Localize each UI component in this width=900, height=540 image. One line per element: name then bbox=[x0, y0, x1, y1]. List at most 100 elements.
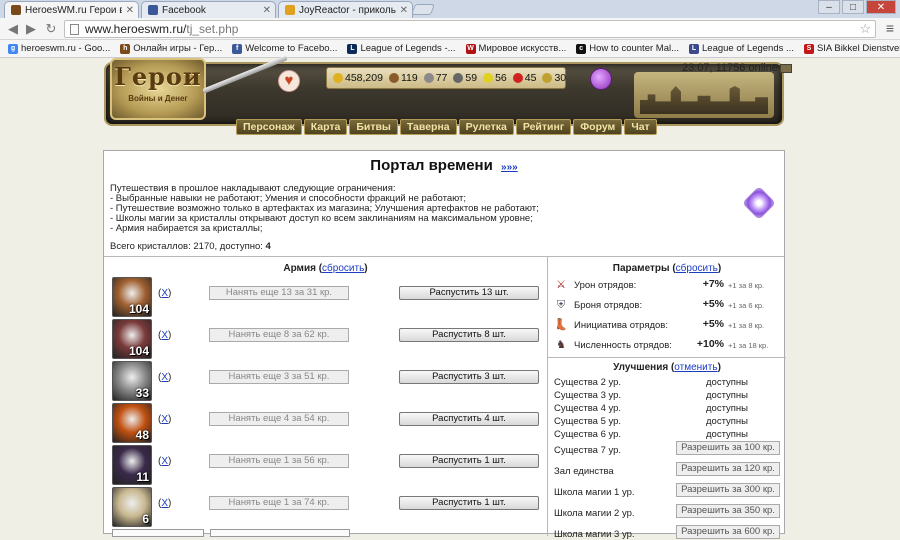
resource-value: 119 bbox=[400, 72, 418, 84]
nav-item-0[interactable]: Персонаж bbox=[236, 119, 302, 135]
tab-heroeswm[interactable]: HeroesWM.ru Герои вой ✕ bbox=[4, 1, 139, 18]
minimize-icon[interactable]: – bbox=[818, 0, 840, 14]
new-tab-button[interactable] bbox=[410, 4, 436, 15]
remove-unit: (X) bbox=[158, 330, 172, 341]
resource-value: 56 bbox=[495, 72, 507, 84]
mana-potion-icon[interactable] bbox=[590, 68, 612, 90]
bookmark-3[interactable]: L League of Legends -... bbox=[343, 43, 459, 54]
url-path: tj_set.php bbox=[186, 22, 239, 36]
bookmark-5[interactable]: c How to counter Mal... bbox=[572, 43, 683, 54]
upgrades-cancel-link[interactable]: отменить bbox=[674, 362, 717, 373]
lol-icon: L bbox=[347, 43, 358, 54]
health-heart-icon[interactable]: ♥ bbox=[278, 70, 300, 92]
resource-value: 45 bbox=[524, 72, 537, 84]
resource-4: 56 bbox=[483, 72, 507, 84]
bookmark-2[interactable]: f Welcome to Facebo... bbox=[228, 43, 341, 54]
forward-arrow-icon[interactable]: ▶ bbox=[22, 20, 40, 38]
tab-facebook[interactable]: Facebook ✕ bbox=[141, 1, 276, 18]
dismiss-button[interactable]: Распустить 4 шт. bbox=[399, 412, 539, 426]
bookmark-1[interactable]: h Онлайн игры - Гер... bbox=[116, 43, 226, 54]
allow-upgrade-button[interactable]: Разрешить за 120 кр. bbox=[676, 462, 780, 476]
unit-portrait[interactable]: 6 bbox=[112, 487, 152, 527]
dismiss-button[interactable]: Распустить 8 шт. bbox=[399, 328, 539, 342]
unit-type-select[interactable] bbox=[210, 529, 350, 537]
unit-portrait[interactable]: 11 bbox=[112, 445, 152, 485]
close-tab-icon[interactable]: ✕ bbox=[263, 5, 271, 16]
nav-item-3[interactable]: Таверна bbox=[399, 119, 457, 135]
allow-upgrade-button[interactable]: Разрешить за 350 кр. bbox=[676, 504, 780, 518]
unit-portrait[interactable]: 48 bbox=[112, 403, 152, 443]
bookmark-4[interactable]: W Мировое искусств... bbox=[462, 43, 571, 54]
unit-portrait[interactable]: 33 bbox=[112, 361, 152, 401]
allow-upgrade-button[interactable]: Разрешить за 100 кр. bbox=[676, 441, 780, 455]
reload-icon[interactable]: ↻ bbox=[42, 20, 60, 38]
army-unit-row: 33 (X) Нанять еще 3 за 51 кр. Распустить 3 … bbox=[112, 361, 542, 401]
back-arrow-icon[interactable]: ◀ bbox=[4, 20, 22, 38]
nav-item-4[interactable]: Рулетка bbox=[458, 119, 514, 135]
param-value: +5% bbox=[702, 298, 724, 310]
upgrade-label: Школа магии 3 ур. bbox=[554, 529, 635, 540]
army-heading: Армия (сбросить) bbox=[283, 263, 368, 274]
param-row: ⚔ Урон отрядов: +7% +1 за 8 кр. bbox=[554, 278, 784, 292]
unit-select[interactable] bbox=[112, 529, 204, 537]
hire-button[interactable]: Нанять еще 4 за 54 кр. bbox=[209, 412, 349, 426]
gems-icon bbox=[542, 73, 553, 83]
params-reset-link[interactable]: сбросить bbox=[676, 263, 718, 274]
params-heading: Параметры (сбросить) bbox=[612, 263, 722, 274]
army-unit-row: 48 (X) Нанять еще 4 за 54 кр. Распустить 4 … bbox=[112, 403, 542, 443]
nav-item-5[interactable]: Рейтинг bbox=[515, 119, 572, 135]
remove-unit-link[interactable]: X bbox=[161, 456, 168, 467]
wood-icon bbox=[388, 73, 399, 83]
nav-item-6[interactable]: Форум bbox=[573, 119, 623, 135]
nav-item-1[interactable]: Карта bbox=[303, 119, 348, 135]
remove-unit: (X) bbox=[158, 414, 172, 425]
close-tab-icon[interactable]: ✕ bbox=[126, 5, 134, 16]
remove-unit-link[interactable]: X bbox=[161, 414, 168, 425]
army-selects bbox=[112, 529, 350, 537]
dismiss-button[interactable]: Распустить 13 шт. bbox=[399, 286, 539, 300]
online-icon bbox=[779, 63, 792, 73]
hire-button[interactable]: Нанять еще 1 за 56 кр. bbox=[209, 454, 349, 468]
dismiss-button[interactable]: Распустить 1 шт. bbox=[399, 454, 539, 468]
bookmark-7[interactable]: SSIA Bikkel Dienstverl... bbox=[800, 43, 900, 54]
remove-unit-link[interactable]: X bbox=[161, 498, 168, 509]
tab-joyreactor[interactable]: JoyReactor - прикольнь ✕ bbox=[278, 1, 413, 18]
upgrade-status: доступны bbox=[706, 390, 749, 401]
hire-button[interactable]: Нанять еще 13 за 31 кр. bbox=[209, 286, 349, 300]
bookmark-star-icon[interactable]: ☆ bbox=[859, 21, 871, 37]
remove-unit: (X) bbox=[158, 288, 172, 299]
remove-unit-link[interactable]: X bbox=[161, 372, 168, 383]
heroes-icon: h bbox=[120, 43, 131, 54]
remove-unit-link[interactable]: X bbox=[161, 330, 168, 341]
allow-upgrade-button[interactable]: Разрешить за 300 кр. bbox=[676, 483, 780, 497]
game-logo[interactable]: Герои Войны и Денег bbox=[110, 58, 206, 120]
param-row: 👢 Инициатива отрядов: +5% +1 за 8 кр. bbox=[554, 318, 784, 332]
unit-portrait[interactable]: 104 bbox=[112, 277, 152, 317]
nav-item-2[interactable]: Битвы bbox=[349, 119, 398, 135]
upgrades-title: Улучшения bbox=[613, 362, 669, 373]
dismiss-button[interactable]: Распустить 3 шт. bbox=[399, 370, 539, 384]
title-more-link[interactable]: »»» bbox=[501, 162, 518, 173]
portal-rules: Путешествия в прошлое накладывают следую… bbox=[110, 184, 750, 234]
total-available: 4 bbox=[265, 241, 271, 252]
nav-item-7[interactable]: Чат bbox=[624, 119, 657, 135]
bookmark-0[interactable]: g heroeswm.ru - Goo... bbox=[4, 43, 114, 54]
param-row: ⛨ Броня отрядов: +5% +1 за 6 кр. bbox=[554, 298, 784, 312]
army-reset-link[interactable]: сбросить bbox=[322, 263, 364, 274]
logo-title: Герои bbox=[114, 62, 202, 91]
hire-button[interactable]: Нанять еще 8 за 62 кр. bbox=[209, 328, 349, 342]
dismiss-button[interactable]: Распустить 1 шт. bbox=[399, 496, 539, 510]
unit-portrait[interactable]: 104 bbox=[112, 319, 152, 359]
resource-2: 77 bbox=[423, 72, 447, 84]
close-window-icon[interactable]: ✕ bbox=[866, 0, 896, 14]
remove-unit-link[interactable]: X bbox=[161, 288, 168, 299]
maximize-icon[interactable]: □ bbox=[842, 0, 864, 14]
menu-icon[interactable]: ≡ bbox=[886, 20, 894, 36]
bookmark-6[interactable]: L League of Legends ... bbox=[685, 43, 798, 54]
hire-button[interactable]: Нанять еще 1 за 74 кр. bbox=[209, 496, 349, 510]
params-title: Параметры bbox=[612, 263, 670, 274]
allow-upgrade-button[interactable]: Разрешить за 600 кр. bbox=[676, 525, 780, 539]
hire-button[interactable]: Нанять еще 3 за 51 кр. bbox=[209, 370, 349, 384]
close-tab-icon[interactable]: ✕ bbox=[400, 5, 408, 16]
url-bar[interactable]: www.heroeswm.ru/tj_set.php ☆ bbox=[64, 20, 876, 38]
